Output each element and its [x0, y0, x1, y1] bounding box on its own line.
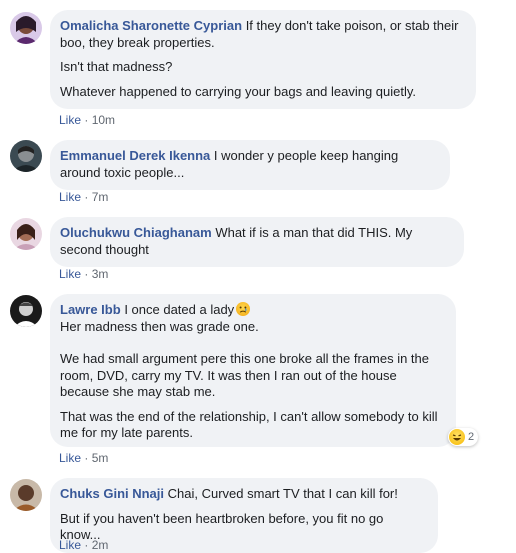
separator: · [84, 190, 89, 204]
timestamp[interactable]: 2m [92, 538, 109, 552]
sad-face-emoji-icon [236, 302, 251, 316]
separator: · [84, 267, 89, 281]
comment-bubble: Lawre Ibb I once dated a lady Her madnes… [50, 294, 456, 447]
timestamp[interactable]: 3m [92, 267, 109, 281]
comment-author[interactable]: Omalicha Sharonette Cyprian [60, 18, 242, 33]
separator: · [84, 113, 89, 127]
comment-text: Her madness then was grade one. [60, 318, 259, 334]
comment-text: That was the end of the relationship, I … [60, 408, 438, 441]
comment-actions: Like · 10m [59, 113, 115, 127]
comment-author[interactable]: Emmanuel Derek Ikenna [60, 148, 210, 163]
timestamp[interactable]: 5m [92, 451, 109, 465]
separator: · [84, 538, 89, 552]
comment-text: Chai, Curved smart TV that I can kill fo… [167, 486, 398, 501]
like-button[interactable]: Like [59, 538, 81, 552]
timestamp[interactable]: 7m [92, 190, 109, 204]
comment-text: Isn't that madness? [60, 59, 173, 74]
like-button[interactable]: Like [59, 451, 81, 465]
comment-author[interactable]: Lawre Ibb [60, 302, 121, 317]
avatar[interactable] [10, 218, 42, 250]
laughing-emoji-icon [449, 429, 465, 445]
reaction-summary[interactable]: 2 [448, 428, 479, 446]
avatar[interactable] [10, 295, 42, 327]
avatar[interactable] [10, 12, 42, 44]
like-button[interactable]: Like [59, 113, 81, 127]
comment-actions: Like · 3m [59, 267, 108, 281]
comment-text: We had small argument pere this one brok… [60, 351, 430, 399]
comment-text: Whatever happened to carrying your bags … [60, 83, 417, 99]
comment-bubble: Emmanuel Derek Ikenna I wonder y people … [50, 140, 450, 190]
comment-actions: Like · 5m [59, 451, 108, 465]
comment-author[interactable]: Chuks Gini Nnaji [60, 486, 164, 501]
comment-actions: Like · 7m [59, 190, 108, 204]
reaction-count: 2 [468, 431, 475, 443]
timestamp[interactable]: 10m [92, 113, 115, 127]
like-button[interactable]: Like [59, 267, 81, 281]
comment-text: But if you haven't been heartbroken befo… [60, 510, 384, 543]
comment-author[interactable]: Oluchukwu Chiaghanam [60, 225, 212, 240]
avatar[interactable] [10, 479, 42, 511]
comment-text: I once dated a lady [124, 302, 235, 317]
comment-actions: Like · 2m [59, 538, 108, 552]
comment-bubble: Oluchukwu Chiaghanam What if is a man th… [50, 217, 464, 267]
separator: · [84, 451, 89, 465]
avatar[interactable] [10, 140, 42, 172]
like-button[interactable]: Like [59, 190, 81, 204]
comment-bubble: Omalicha Sharonette Cyprian If they don'… [50, 10, 476, 109]
